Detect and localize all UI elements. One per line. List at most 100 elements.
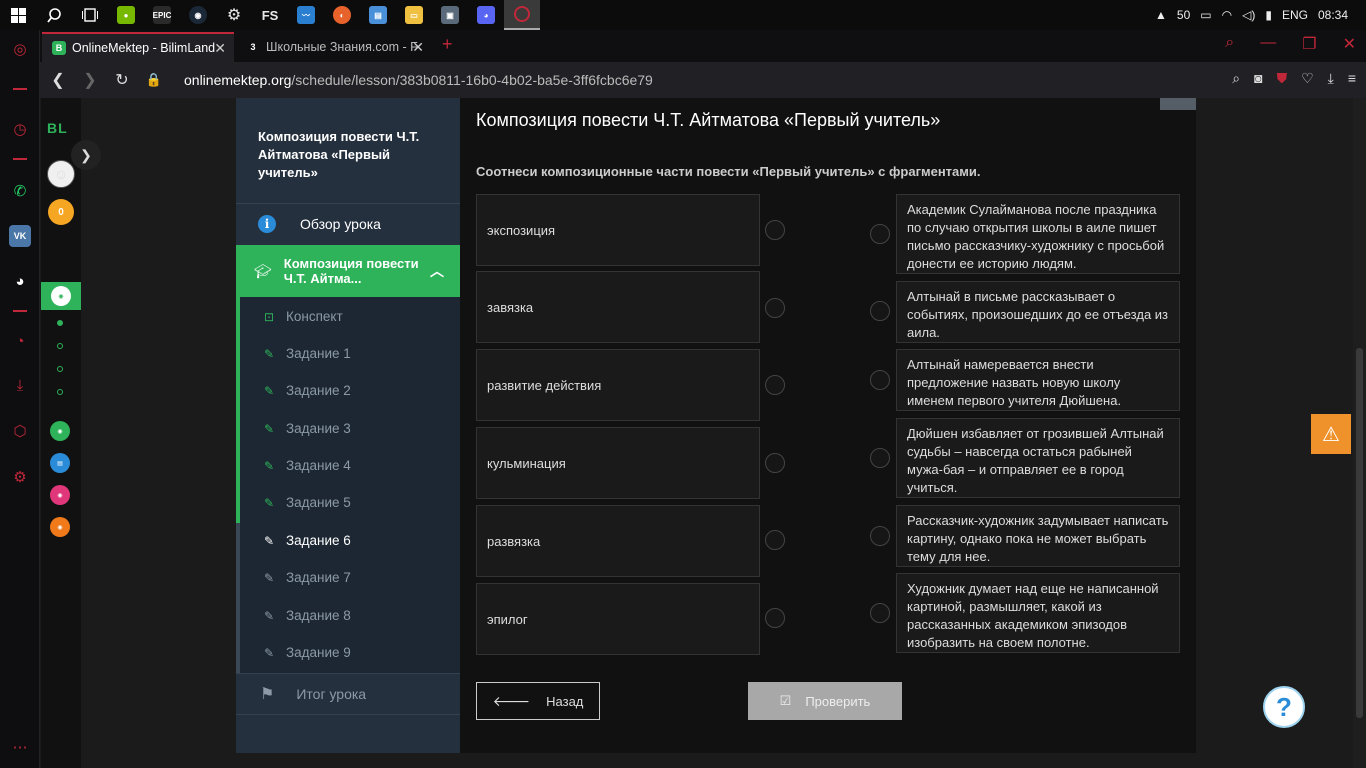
match-right-item[interactable]: Алтынай в письме рассказывает о событиях… [896,281,1180,343]
bilimland-logo[interactable]: BL [47,120,68,136]
panel-tab[interactable] [1160,98,1196,110]
settings-icon[interactable]: ⚙ [216,0,252,30]
speed-dial-icon[interactable]: ◷ [9,118,31,140]
more-options-icon[interactable]: ⋯ [9,736,31,758]
coin-counter[interactable]: 0 [48,199,74,225]
sidebar-item-task-6[interactable]: ✎ Задание 6 [236,522,460,559]
warning-icon[interactable]: ⚠ [1311,414,1351,454]
bilimland-app-icon[interactable]: ◉ [50,421,70,441]
wifi-icon[interactable]: ◠ [1222,8,1232,22]
close-tab-icon[interactable]: ✕ [214,40,226,57]
left-connector-dot[interactable] [765,608,785,628]
app3-icon[interactable]: ▣ [432,0,468,30]
match-left-item[interactable]: развитие действия [476,349,760,421]
whatsapp-icon[interactable]: ✆ [9,180,31,202]
lesson-overview-link[interactable]: i Обзор урока [236,204,460,244]
sidebar-item-task-9[interactable]: ✎ Задание 9 [236,634,460,671]
nvidia-icon[interactable]: ● [108,0,144,30]
reload-icon[interactable]: ↻ [106,70,138,90]
sidebar-item-task-3[interactable]: ✎ Задание 3 [236,410,460,447]
match-right-item[interactable]: Алтынай намеревается внести предложение … [896,349,1180,411]
sidebar-item-task-4[interactable]: ✎ Задание 4 [236,447,460,484]
app-icon[interactable]: 〰 [288,0,324,30]
folder-icon[interactable]: ▭ [396,0,432,30]
volume-icon[interactable]: ◁) [1242,8,1255,22]
left-connector-dot[interactable] [765,530,785,550]
dot-indicator[interactable] [57,320,63,326]
lock-icon[interactable]: 🔒 [138,72,170,88]
check-button[interactable]: ☑ Проверить [748,682,902,720]
app2-icon[interactable]: ▤ [360,0,396,30]
match-left-item[interactable]: завязка [476,271,760,343]
tab-znania[interactable]: 3 Школьные Знания.com - F ✕ [236,32,432,62]
left-connector-dot[interactable] [765,453,785,473]
right-connector-dot[interactable] [870,603,890,623]
settings-gear-icon[interactable]: ⚙ [9,466,31,488]
close-window-icon[interactable]: ✕ [1343,34,1356,54]
lesson-result-link[interactable]: ⚑ Итог урока [236,673,460,715]
match-right-item[interactable]: Академик Сулайманова после праздника по … [896,194,1180,274]
search-icon[interactable] [36,0,72,30]
dot-indicator[interactable] [57,389,63,395]
right-connector-dot[interactable] [870,370,890,390]
sidebar-item-task-5[interactable]: ✎ Задание 5 [236,484,460,521]
task-view-icon[interactable] [72,0,108,30]
orange-app-icon[interactable]: ◉ [50,517,70,537]
url-field[interactable]: onlinemektep.org/schedule/lesson/383b081… [184,72,653,88]
match-left-item[interactable]: экспозиция [476,194,760,266]
sidebar-item-task-8[interactable]: ✎ Задание 8 [236,597,460,634]
expand-sidebar-icon[interactable]: ❯ [71,140,101,170]
heart-icon[interactable]: ♡ [1301,70,1314,87]
match-left-item[interactable]: кульминация [476,427,760,499]
new-tab-icon[interactable]: + [442,34,453,55]
help-button[interactable]: ? [1263,686,1305,728]
left-connector-dot[interactable] [765,375,785,395]
left-connector-dot[interactable] [765,220,785,240]
sidebar-item-konspekt[interactable]: ⊡ Конспект [236,298,460,335]
opera-logo-icon[interactable]: ◎ [9,38,31,60]
search-icon[interactable]: ⌕ [1232,70,1240,87]
left-connector-dot[interactable] [765,298,785,318]
sidebar-item-task-2[interactable]: ✎ Задание 2 [236,372,460,409]
downloads-icon[interactable]: ⤓ [9,374,31,396]
epic-games-icon[interactable]: EPIC [144,0,180,30]
vk-icon[interactable]: VK [9,225,31,247]
avatar[interactable]: ☺ [47,160,75,188]
right-connector-dot[interactable] [870,224,890,244]
discord-sidebar-icon[interactable]: ◕ [9,270,31,292]
windows-start-icon[interactable] [0,0,36,30]
sidebar-item-task-7[interactable]: ✎ Задание 7 [236,559,460,596]
extensions-icon[interactable]: ⬡ [9,420,31,442]
back-icon[interactable]: ❮ [42,70,74,90]
battery-icon[interactable]: ▭ [1200,8,1211,22]
chevron-up-icon[interactable]: ︿ [430,261,444,281]
tray-expand-icon[interactable]: ▲ [1155,8,1167,22]
match-right-item[interactable]: Рассказчик-художник задумывает написать … [896,505,1180,567]
match-left-item[interactable]: эпилог [476,583,760,655]
match-right-item[interactable]: Художник думает над еще не написанной ка… [896,573,1180,653]
right-connector-dot[interactable] [870,448,890,468]
close-tab-icon[interactable]: ✕ [412,39,424,56]
right-connector-dot[interactable] [870,301,890,321]
download-icon[interactable]: ⤓ [1328,70,1334,87]
opera-icon[interactable] [504,0,540,30]
microphone-icon[interactable]: ▮ [1265,8,1272,22]
dot-indicator[interactable] [57,366,63,372]
shield-icon[interactable]: ⛊ [1277,70,1288,87]
strip-app-active[interactable]: ◉ [41,282,81,310]
restore-icon[interactable]: ❐ [1302,34,1316,54]
minimize-icon[interactable]: — [1260,34,1276,54]
forward-icon[interactable]: ❯ [74,70,106,90]
fs-icon[interactable]: FS [252,0,288,30]
clock[interactable]: 08:34 [1318,8,1348,22]
steam-icon[interactable]: ◉ [180,0,216,30]
page-scrollbar[interactable] [1353,98,1366,768]
active-section[interactable]: 🎓︎ Композиция повести Ч.Т. Айтма... ︿ [236,245,460,297]
match-right-item[interactable]: Дюйшен избавляет от грозившей Алтынай су… [896,418,1180,498]
back-button[interactable]: 🡐 Назад [476,682,600,720]
twig-app-icon[interactable]: ◉ [50,485,70,505]
tablet-app-icon[interactable]: ▤ [50,453,70,473]
language-indicator[interactable]: ENG [1282,8,1308,22]
tab-onlinemektep[interactable]: B OnlineMektep - BilimLand ✕ [42,32,234,62]
menu-icon[interactable]: ≡ [1348,70,1356,87]
